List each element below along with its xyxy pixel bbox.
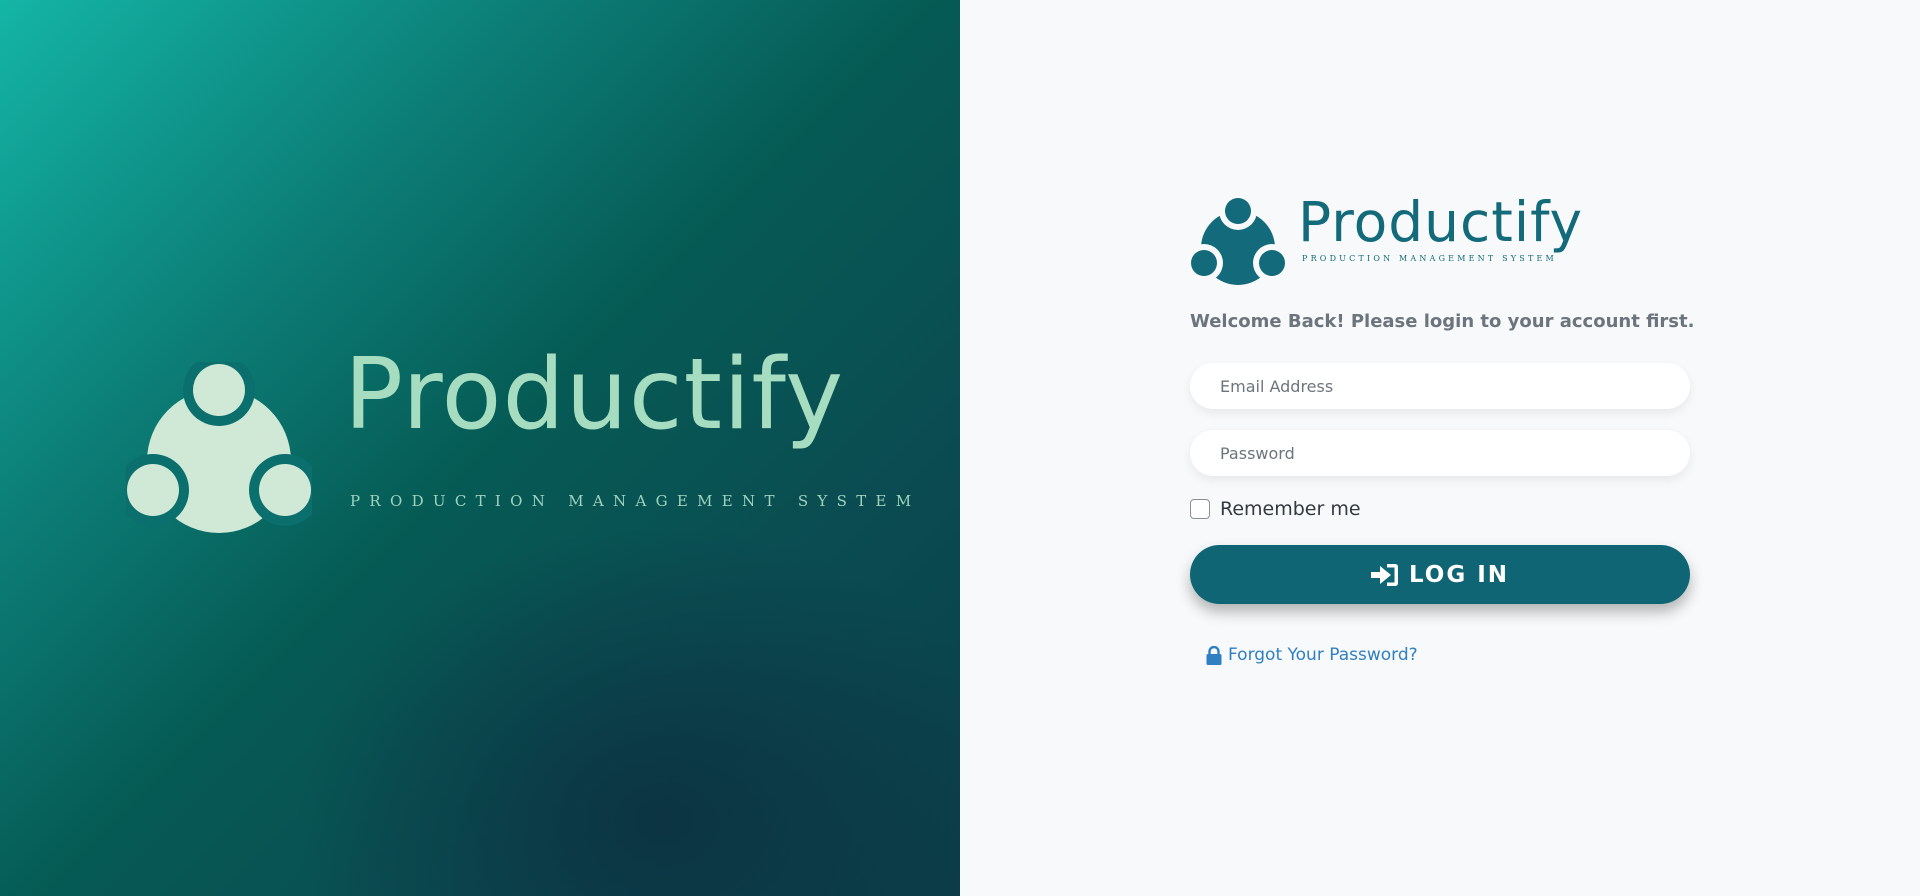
email-field[interactable] <box>1190 363 1690 409</box>
hero-panel: Productify PRODUCTION MANAGEMENT SYSTEM <box>0 0 960 896</box>
login-panel: Productify PRODUCTION MANAGEMENT SYSTEM … <box>960 0 1920 896</box>
login-button-label: LOG IN <box>1408 561 1510 588</box>
lock-icon <box>1206 645 1222 665</box>
team-logo-icon <box>1190 197 1286 285</box>
hero-wordmark: Productify <box>344 338 845 452</box>
login-page: Productify PRODUCTION MANAGEMENT SYSTEM … <box>0 0 1920 896</box>
password-field[interactable] <box>1190 430 1690 476</box>
brand-tagline: PRODUCTION MANAGEMENT SYSTEM <box>1302 254 1557 263</box>
hero-tagline: PRODUCTION MANAGEMENT SYSTEM <box>350 492 921 510</box>
login-button[interactable]: LOG IN <box>1190 545 1690 604</box>
remember-label: Remember me <box>1220 498 1361 520</box>
brand-wordmark: Productify <box>1298 190 1584 254</box>
brand-header: Productify PRODUCTION MANAGEMENT SYSTEM <box>1190 192 1630 288</box>
sign-in-icon <box>1370 563 1398 586</box>
welcome-text: Welcome Back! Please login to your accou… <box>1190 311 1695 332</box>
remember-me[interactable]: Remember me <box>1190 498 1361 520</box>
remember-checkbox[interactable] <box>1190 499 1210 519</box>
forgot-password-label: Forgot Your Password? <box>1228 645 1418 665</box>
team-logo-icon <box>126 362 312 533</box>
forgot-password-link[interactable]: Forgot Your Password? <box>1206 645 1418 665</box>
